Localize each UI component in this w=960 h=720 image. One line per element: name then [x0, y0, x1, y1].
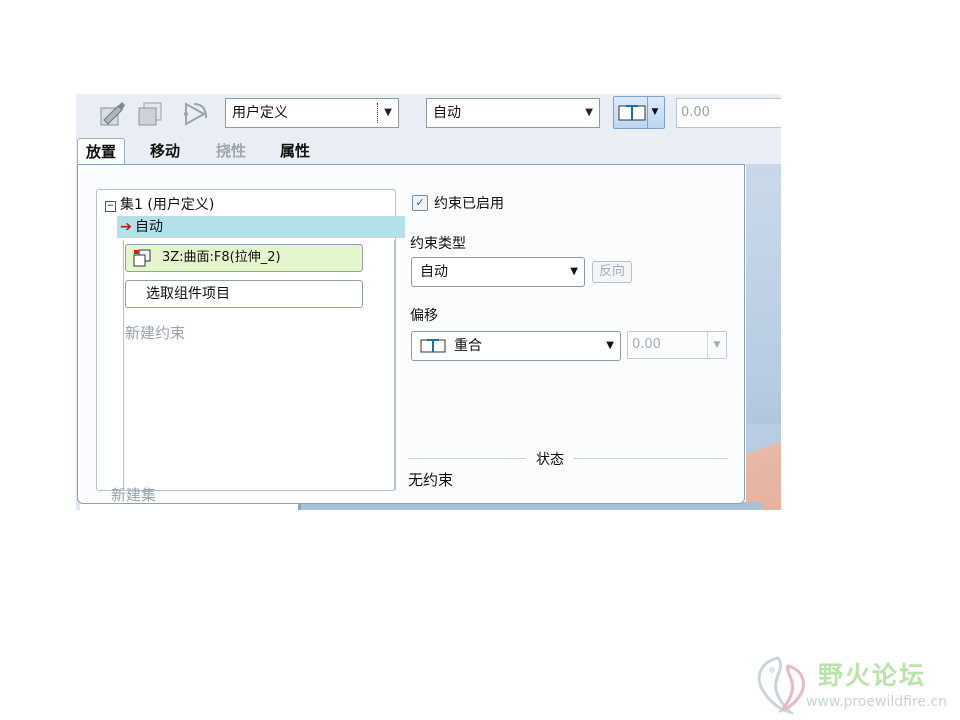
bend-arrow-icon[interactable] [182, 100, 210, 128]
offset-label: 偏移 [410, 308, 438, 324]
constraint-type-dropdown[interactable]: 自动 ▼ [411, 257, 585, 287]
reference-item-select[interactable]: 选取组件项目 [125, 280, 363, 308]
reference-label: 3Z:曲面:F8(拉伸_2) [162, 250, 281, 265]
status-title: 状态 [526, 449, 574, 469]
offset-type-value: 重合 [454, 338, 482, 354]
tab-placement[interactable]: 放置 [77, 138, 126, 166]
reference-item-surface[interactable]: 3Z:曲面:F8(拉伸_2) [125, 244, 363, 272]
set-title: 集1 (用户定义) [120, 197, 215, 213]
tab-label: 移动 [150, 142, 181, 160]
constraint-type-select-value: 自动 [433, 105, 461, 121]
chevron-down-icon: ▼ [384, 107, 392, 118]
constraint-enabled-label: 约束已启用 [434, 196, 504, 212]
placement-toolbar: 用户定义 ▼ 自动 ▼ ▼ 0.00 [76, 94, 781, 134]
placement-panel: − 集1 (用户定义) ➔ 自动 3Z:曲面:F8(拉伸_2) 选取组件项目 新建约… [77, 164, 745, 504]
offset-value: 0.00 [632, 337, 661, 352]
new-set-link[interactable]: 新建集 [111, 484, 156, 505]
set-tree-node[interactable]: − 集1 (用户定义) [105, 194, 214, 214]
current-arrow-icon: ➔ [120, 219, 132, 235]
constraint-type-value: 自动 [420, 264, 448, 280]
set-type-select[interactable]: 用户定义 ▼ [225, 98, 399, 128]
constraint-type-label: 约束类型 [410, 236, 466, 252]
surface-icon [133, 249, 151, 267]
status-text: 无约束 [408, 471, 454, 489]
offset-type-select[interactable]: 重合 ▼ [411, 331, 621, 361]
tab-flexibility: 挠性 [208, 138, 254, 164]
graphics-model-corner [746, 424, 781, 510]
constraint-type-select[interactable]: 自动 ▼ [426, 98, 600, 128]
tab-label: 放置 [86, 143, 117, 161]
tab-label: 属性 [280, 142, 311, 160]
focus-dotted-divider [377, 103, 378, 123]
watermark-title: 野火论坛 [818, 661, 927, 690]
toolbar-offset-value: 0.00 [681, 105, 710, 120]
component-placement-screenshot: 用户定义 ▼ 自动 ▼ ▼ 0.00 放置 移动 挠性 属性 − 集1 (用户定… [76, 94, 781, 510]
constraint-enabled-checkbox[interactable]: ✓ [412, 195, 428, 211]
sketch-edit-icon[interactable] [98, 100, 126, 128]
constraint-set-list[interactable]: − 集1 (用户定义) ➔ 自动 3Z:曲面:F8(拉伸_2) 选取组件项目 新建约… [96, 189, 405, 504]
new-constraint-link[interactable]: 新建约束 [125, 322, 185, 343]
coincident-icon [420, 339, 446, 353]
tab-properties[interactable]: 属性 [272, 138, 318, 164]
coincident-icon [618, 105, 646, 121]
selected-constraint-label: 自动 [135, 219, 163, 235]
chevron-down-icon: ▼ [570, 266, 578, 277]
flip-button[interactable]: 反向 [592, 261, 632, 283]
tab-move[interactable]: 移动 [142, 138, 188, 164]
offset-type-dropdown[interactable]: ▼ [613, 96, 665, 129]
reference-label: 选取组件项目 [146, 286, 230, 302]
set-type-select-value: 用户定义 [232, 105, 288, 121]
offset-value-input[interactable]: 0.00 ▼ [627, 331, 727, 359]
chevron-down-icon: ▼ [585, 107, 593, 118]
constraint-reference-area [123, 240, 395, 490]
selected-constraint-row[interactable]: ➔ 自动 [117, 216, 405, 238]
toolbar-offset-input[interactable]: 0.00 [676, 98, 781, 128]
tab-label: 挠性 [216, 142, 247, 160]
chevron-down-icon: ▼ [606, 340, 614, 351]
chevron-down-icon: ▼ [647, 97, 662, 128]
chevron-down-icon: ▼ [707, 332, 726, 358]
copy-layer-icon[interactable] [136, 100, 164, 128]
collapse-icon[interactable]: − [105, 201, 116, 212]
watermark-url: www.proewildfire.cn [806, 694, 948, 710]
